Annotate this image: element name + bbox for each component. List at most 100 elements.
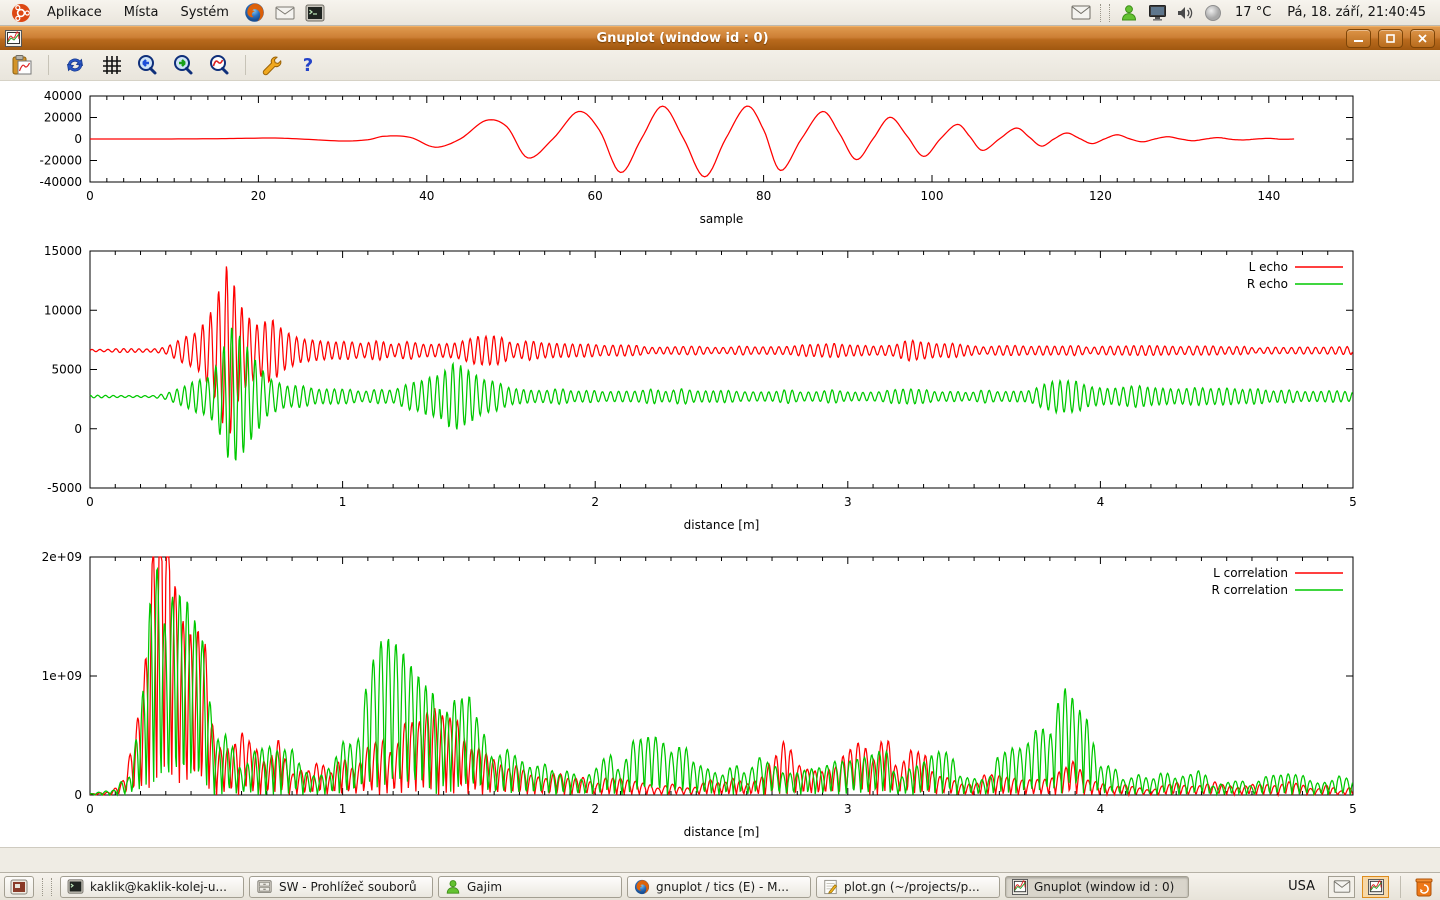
x-tick-label: 2: [591, 802, 599, 816]
desktop: { "panel_top": { "menus": ["Aplikace", "…: [0, 0, 1440, 900]
y-tick-label: 0: [74, 422, 82, 436]
task-button-file-manager[interactable]: SW - Prohlížeč souborů: [249, 876, 433, 898]
task-button-text-editor[interactable]: plot.gn (~/projects/p...: [816, 876, 1000, 898]
gnuplot-tray-icon[interactable]: [1362, 876, 1389, 898]
zoom-next-icon[interactable]: [171, 53, 195, 77]
x-tick-label: 120: [1089, 189, 1112, 203]
bottom-panel: kaklik@kaklik-kolej-u... SW - Prohlížeč …: [0, 872, 1440, 900]
y-tick-label: -20000: [39, 154, 82, 168]
legend-label: R correlation: [1211, 583, 1288, 597]
show-desktop-button[interactable]: [4, 876, 34, 898]
task-label: gnuplot / tics (E) - M...: [656, 880, 804, 894]
y-tick-label: 0: [74, 788, 82, 802]
firefox-icon[interactable]: [244, 2, 266, 24]
chart-1: 0 20 40 60 80 100 120 140 -40000 -20000 0 20000 4000…: [39, 89, 1353, 226]
series-r-correlation: [90, 569, 1353, 795]
x-tick-label: 1: [339, 802, 347, 816]
keyboard-layout-indicator[interactable]: USA: [1288, 879, 1315, 894]
y-tick-label: -5000: [47, 481, 82, 495]
legend-label: R echo: [1247, 277, 1288, 291]
gajim-status-icon[interactable]: [1119, 3, 1139, 23]
x-axis-label: sample: [700, 212, 744, 226]
minimize-button[interactable]: [1346, 29, 1371, 48]
menu-places[interactable]: Místa: [115, 2, 168, 23]
series-l-echo: [90, 266, 1352, 433]
mail-tray-icon[interactable]: [1071, 3, 1091, 23]
x-axis-label: distance [m]: [684, 825, 760, 839]
y-tick-label: -40000: [39, 175, 82, 189]
taskbar-handle[interactable]: [42, 878, 52, 896]
legend-label: L echo: [1249, 260, 1288, 274]
x-tick-label: 5: [1349, 802, 1357, 816]
x-tick-label: 4: [1097, 802, 1105, 816]
tray-handle[interactable]: [1100, 4, 1110, 22]
configure-icon[interactable]: [260, 53, 284, 77]
maximize-button[interactable]: [1378, 29, 1403, 48]
help-icon[interactable]: ?: [296, 53, 320, 77]
y-tick-label: 20000: [44, 111, 82, 125]
plot-frame: [90, 557, 1353, 795]
trash-icon[interactable]: [1414, 877, 1434, 897]
toolbar-separator: [245, 55, 246, 75]
task-button-terminal[interactable]: kaklik@kaklik-kolej-u...: [60, 876, 244, 898]
zoom-previous-icon[interactable]: [135, 53, 159, 77]
temperature-label[interactable]: 17 °C: [1235, 5, 1271, 20]
x-axis-label: distance [m]: [684, 518, 760, 532]
y-tick-label: 40000: [44, 89, 82, 103]
charts-svg[interactable]: 020406080100120140-40000-200000200004000…: [0, 81, 1440, 847]
task-button-gajim[interactable]: Gajim: [438, 876, 622, 898]
window-titlebar[interactable]: Gnuplot (window id : 0): [0, 26, 1440, 50]
x-tick-label: 80: [756, 189, 771, 203]
toolbar-separator: [48, 55, 49, 75]
x-tick-label: 2: [591, 495, 599, 509]
menu-system[interactable]: Systém: [171, 2, 237, 23]
plot-frame: [90, 251, 1353, 488]
x-tick-label: 3: [844, 495, 852, 509]
menu-applications[interactable]: Aplikace: [38, 2, 111, 23]
copy-plot-icon[interactable]: [10, 53, 34, 77]
task-label: plot.gn (~/projects/p...: [844, 880, 993, 894]
x-tick-label: 20: [251, 189, 266, 203]
y-tick-label: 1e+09: [42, 669, 82, 683]
mail-tray-icon[interactable]: [1328, 876, 1355, 898]
y-tick-label: 0: [74, 132, 82, 146]
close-button[interactable]: [1410, 29, 1435, 48]
gnuplot-toolbar: ?: [0, 50, 1440, 81]
task-label: SW - Prohlížeč souborů: [279, 880, 426, 894]
x-tick-label: 4: [1097, 495, 1105, 509]
y-tick-label: 15000: [44, 244, 82, 258]
chart-3: 01234501e+092e+09distance [m]L correlati…: [42, 550, 1357, 839]
task-button-gnuplot[interactable]: Gnuplot (window id : 0): [1005, 876, 1189, 898]
x-tick-label: 100: [921, 189, 944, 203]
chart-2: 012345-5000050001000015000distance [m]L …: [44, 244, 1357, 532]
x-tick-label: 60: [588, 189, 603, 203]
plot-canvas[interactable]: 020406080100120140-40000-200000200004000…: [0, 81, 1440, 847]
window-title: Gnuplot (window id : 0): [26, 31, 1339, 46]
task-button-firefox[interactable]: gnuplot / tics (E) - M...: [627, 876, 811, 898]
gnuplot-window-icon: [5, 30, 22, 47]
panel-separator: [1400, 876, 1401, 898]
autoscale-icon[interactable]: [207, 53, 231, 77]
terminal-icon[interactable]: [304, 2, 326, 24]
x-tick-label: 40: [419, 189, 434, 203]
speaker-icon[interactable]: [1175, 3, 1195, 23]
x-tick-label: 0: [86, 802, 94, 816]
weather-icon[interactable]: [1203, 3, 1223, 23]
task-label: Gajim: [467, 880, 615, 894]
x-tick-label: 140: [1257, 189, 1280, 203]
x-tick-label: 1: [339, 495, 347, 509]
clock-label[interactable]: Pá, 18. září, 21:40:45: [1287, 5, 1426, 20]
legend-label: L correlation: [1213, 566, 1288, 580]
ubuntu-logo-icon[interactable]: [10, 2, 32, 24]
top-panel: Aplikace Místa Systém: [0, 0, 1440, 26]
task-label: kaklik@kaklik-kolej-u...: [90, 880, 237, 894]
grid-icon[interactable]: [99, 53, 123, 77]
svg-text:?: ?: [303, 55, 313, 76]
monitor-icon[interactable]: [1147, 3, 1167, 23]
replot-icon[interactable]: [63, 53, 87, 77]
y-tick-label: 10000: [44, 303, 82, 317]
x-tick-label: 0: [86, 495, 94, 509]
y-tick-label: 5000: [51, 363, 82, 377]
x-tick-label: 0: [86, 189, 94, 203]
mail-icon[interactable]: [274, 2, 296, 24]
